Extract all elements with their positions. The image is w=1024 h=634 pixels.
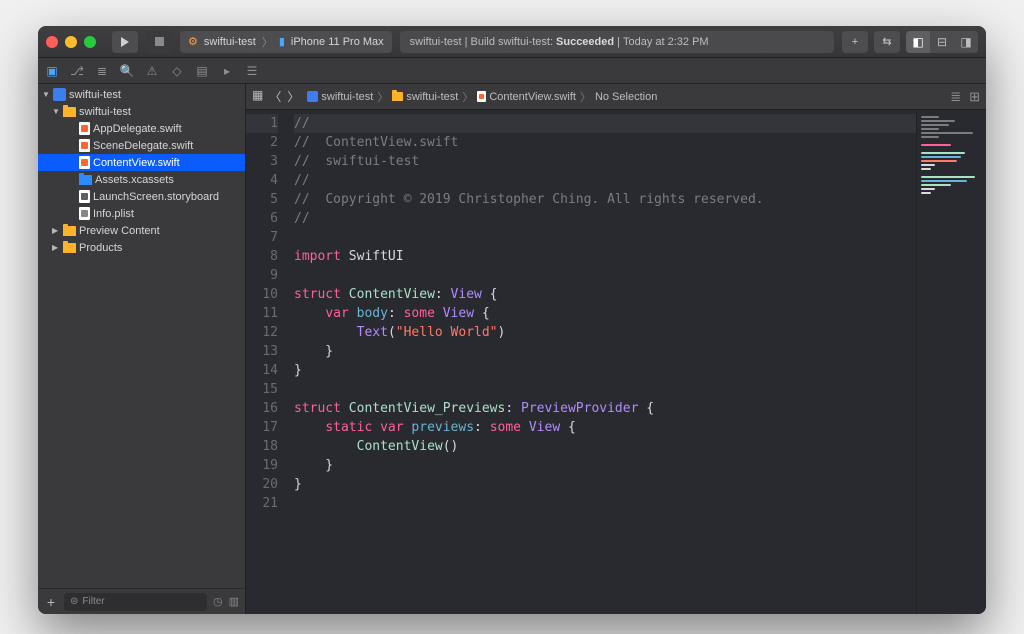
folder-icon	[63, 226, 76, 236]
project-navigator-icon[interactable]: ▣	[44, 64, 60, 78]
xcode-window: ⚙ swiftui-test 〉 ▮ iPhone 11 Pro Max swi…	[38, 26, 986, 614]
maximize-button[interactable]	[84, 36, 96, 48]
crumb-file[interactable]: ContentView.swift	[477, 91, 576, 103]
minimize-button[interactable]	[65, 36, 77, 48]
folder-label: Products	[79, 242, 122, 254]
storyboard-icon	[79, 190, 90, 203]
status-prefix: Build swiftui-test:	[470, 36, 553, 48]
plist-icon	[79, 207, 90, 220]
assets-icon	[79, 175, 92, 185]
crumb-label: No Selection	[595, 91, 657, 103]
scheme-selector[interactable]: ⚙ swiftui-test 〉 ▮ iPhone 11 Pro Max	[180, 31, 392, 53]
navigator-selector-bar: ▣ ⎇ ≣ 🔍 ⚠ ◇ ▤ ▸ ☰	[38, 58, 986, 84]
file-appdelegate[interactable]: AppDelegate.swift	[38, 120, 245, 137]
source-editor[interactable]: 123456789101112131415161718192021 //// C…	[246, 110, 916, 614]
file-label: Info.plist	[93, 208, 134, 220]
filter-field[interactable]: ⊜ Filter	[64, 593, 207, 611]
jump-bar: ▦ 〈 〉 swiftui-test 〉 swiftui-test 〉 Cont…	[246, 84, 986, 110]
file-label: AppDelegate.swift	[93, 123, 182, 135]
find-navigator-icon[interactable]: 🔍	[119, 64, 135, 78]
report-navigator-icon[interactable]: ☰	[244, 64, 260, 78]
project-icon	[53, 88, 66, 101]
swift-file-icon	[79, 156, 90, 169]
products-folder[interactable]: ▶Products	[38, 239, 245, 256]
toggle-bottom-panel[interactable]: ⊟	[930, 31, 954, 53]
source-control-navigator-icon[interactable]: ⎇	[69, 64, 85, 78]
file-launchscreen[interactable]: LaunchScreen.storyboard	[38, 188, 245, 205]
group-folder[interactable]: ▼swiftui-test	[38, 103, 245, 120]
group-folder-label: swiftui-test	[79, 106, 131, 118]
project-root-label: swiftui-test	[69, 89, 121, 101]
scheme-target-label: swiftui-test	[204, 36, 256, 48]
navigator-icons: ▣ ⎇ ≣ 🔍 ⚠ ◇ ▤ ▸ ☰	[44, 64, 260, 78]
file-label: ContentView.swift	[93, 157, 180, 169]
crumb-label: ContentView.swift	[489, 91, 576, 103]
crumb-project[interactable]: swiftui-test	[307, 91, 373, 103]
related-items-icon[interactable]: ▦	[252, 88, 263, 105]
toggle-left-panel[interactable]: ◧	[906, 31, 930, 53]
line-gutter: 123456789101112131415161718192021	[246, 110, 288, 614]
crumb-label: swiftui-test	[321, 91, 373, 103]
close-button[interactable]	[46, 36, 58, 48]
editor-area: ▦ 〈 〉 swiftui-test 〉 swiftui-test 〉 Cont…	[246, 84, 986, 614]
forward-button[interactable]: 〉	[287, 88, 299, 105]
chevron-right-icon: 〉	[262, 34, 273, 50]
file-label: SceneDelegate.swift	[93, 140, 193, 152]
recent-filter-icon[interactable]: ◷	[213, 595, 223, 608]
scheme-device-label: iPhone 11 Pro Max	[291, 36, 384, 48]
filter-icon: ⊜	[70, 596, 78, 607]
file-label: Assets.xcassets	[95, 174, 174, 186]
folder-icon	[63, 107, 76, 117]
file-label: LaunchScreen.storyboard	[93, 191, 219, 203]
swift-file-icon	[477, 91, 486, 102]
titlebar: ⚙ swiftui-test 〉 ▮ iPhone 11 Pro Max swi…	[38, 26, 986, 58]
scm-filter-icon[interactable]: ▥	[229, 595, 239, 608]
add-file-button[interactable]: +	[44, 594, 58, 610]
toggle-right-panel[interactable]: ◨	[954, 31, 978, 53]
test-navigator-icon[interactable]: ◇	[169, 64, 185, 78]
back-button[interactable]: 〈	[269, 88, 281, 105]
file-contentview[interactable]: ContentView.swift	[38, 154, 245, 171]
swift-file-icon	[79, 139, 90, 152]
minimap[interactable]	[916, 110, 986, 614]
toolbar-right: + ⇆ ◧ ⊟ ◨	[842, 31, 978, 53]
add-editor-icon[interactable]: ⊞	[969, 89, 980, 105]
debug-navigator-icon[interactable]: ▤	[194, 64, 210, 78]
folder-label: Preview Content	[79, 225, 160, 237]
file-tree: ▼swiftui-test ▼swiftui-test AppDelegate.…	[38, 84, 245, 588]
editor-options-icon[interactable]: ≣	[950, 89, 961, 105]
library-button[interactable]: +	[842, 31, 868, 53]
crumb-label: swiftui-test	[406, 91, 458, 103]
crumb-selection[interactable]: No Selection	[595, 91, 657, 103]
file-infoplist[interactable]: Info.plist	[38, 205, 245, 222]
stop-button[interactable]	[146, 31, 172, 53]
project-navigator: ▼swiftui-test ▼swiftui-test AppDelegate.…	[38, 84, 246, 614]
run-button[interactable]	[112, 31, 138, 53]
breakpoint-navigator-icon[interactable]: ▸	[219, 64, 235, 78]
file-scenedelegate[interactable]: SceneDelegate.swift	[38, 137, 245, 154]
activity-status: swiftui-test | Build swiftui-test: Succe…	[400, 31, 834, 53]
status-project: swiftui-test	[410, 36, 462, 48]
status-result: Succeeded	[556, 36, 614, 48]
navigator-footer: + ⊜ Filter ◷ ▥	[38, 588, 245, 614]
navigator-footer-right: ◷ ▥	[213, 595, 239, 608]
status-time: Today at 2:32 PM	[623, 36, 709, 48]
file-assets[interactable]: Assets.xcassets	[38, 171, 245, 188]
preview-content-folder[interactable]: ▶Preview Content	[38, 222, 245, 239]
folder-icon	[63, 243, 76, 253]
breadcrumb: swiftui-test 〉 swiftui-test 〉 ContentVie…	[307, 89, 942, 105]
panel-toggle-segment: ◧ ⊟ ◨	[906, 31, 978, 53]
code-lines[interactable]: //// ContentView.swift// swiftui-test///…	[288, 110, 916, 614]
project-root[interactable]: ▼swiftui-test	[38, 86, 245, 103]
swift-file-icon	[79, 122, 90, 135]
folder-icon	[392, 92, 403, 101]
crumb-group[interactable]: swiftui-test	[392, 91, 458, 103]
window-controls	[46, 36, 96, 48]
project-icon	[307, 91, 318, 102]
issue-navigator-icon[interactable]: ⚠	[144, 64, 160, 78]
filter-placeholder: Filter	[82, 596, 104, 607]
symbol-navigator-icon[interactable]: ≣	[94, 64, 110, 78]
code-review-button[interactable]: ⇆	[874, 31, 900, 53]
